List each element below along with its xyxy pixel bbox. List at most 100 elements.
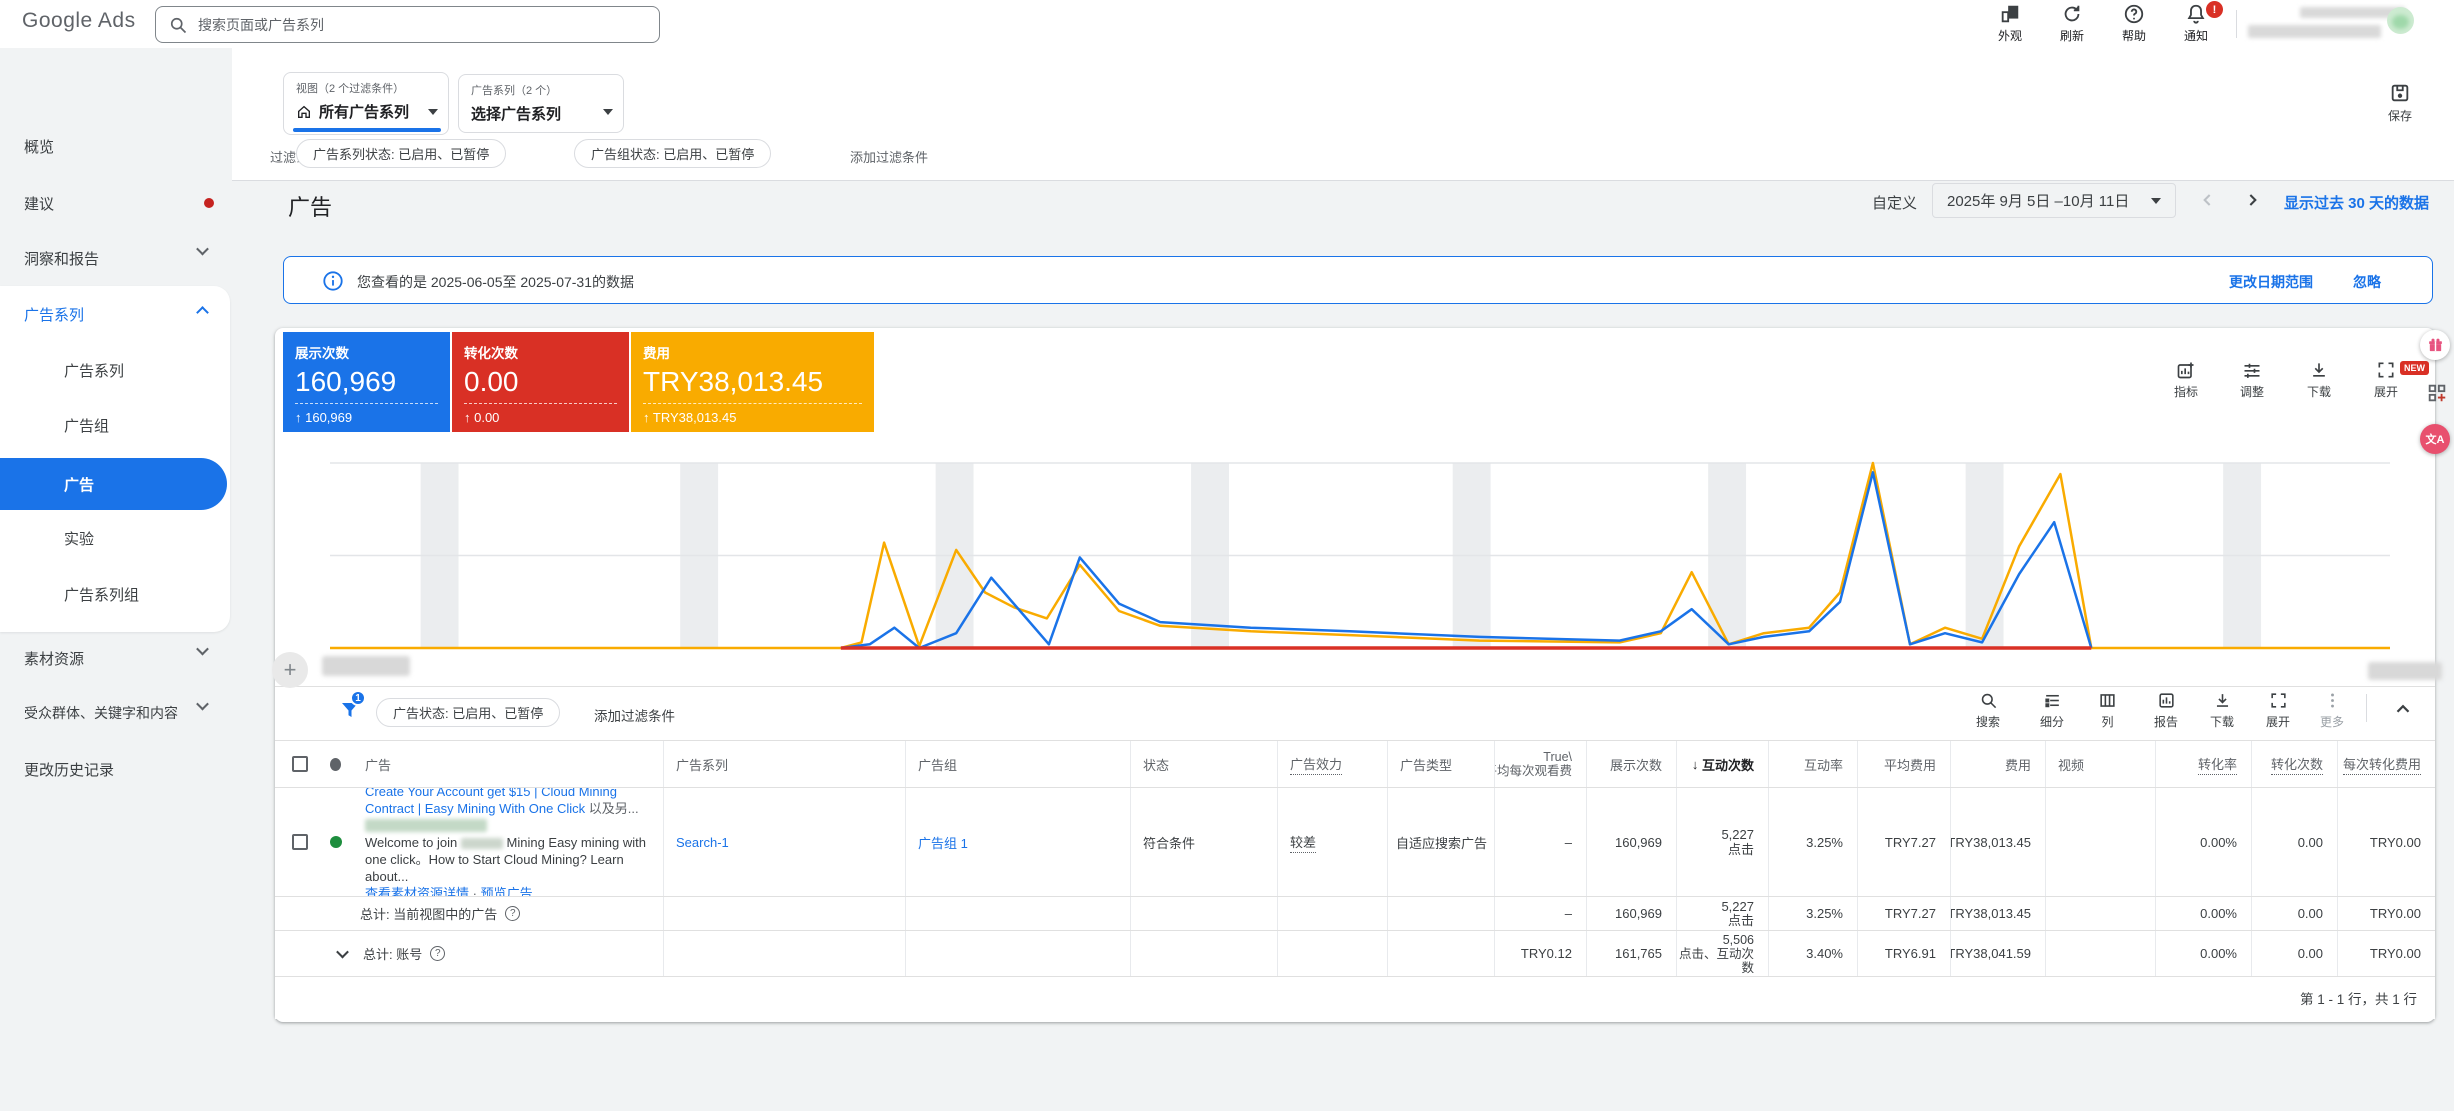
date-range-picker[interactable]: 2025年 9月 5日 –10月 11日	[1932, 183, 2176, 218]
header-conv-rate[interactable]: 转化率	[2155, 741, 2251, 787]
view-dropdown[interactable]: 视图（2 个过滤条件） 所有广告系列	[283, 72, 449, 135]
sidebar-item-campaigns-section[interactable]: 广告系列	[24, 302, 84, 326]
date-prev-button[interactable]	[2198, 190, 2218, 210]
header-ad[interactable]: 广告	[365, 755, 391, 774]
metrics-button[interactable]: 指标	[2174, 360, 2198, 400]
notifications-button[interactable]: ! 通知	[2172, 1, 2223, 44]
ad-group-link[interactable]: 广告组 1	[918, 833, 968, 852]
help-button[interactable]: 帮助	[2110, 3, 2158, 44]
adgroup-status-chip[interactable]: 广告组状态: 已启用、已暂停	[574, 139, 772, 168]
table-expand-button[interactable]: 展开	[2266, 691, 2290, 730]
header-ad-group[interactable]: 广告组	[905, 741, 1130, 787]
table-add-filter-button[interactable]: 添加过滤条件	[594, 705, 675, 725]
segment-button[interactable]: 细分	[2040, 691, 2064, 730]
scorecard-impressions[interactable]: 展示次数 160,969 ↑ 160,969	[283, 332, 450, 432]
add-button[interactable]: +	[272, 652, 308, 688]
columns-button[interactable]: 列	[2098, 691, 2117, 730]
ad-type-value: 自适应搜索广告	[1396, 835, 1488, 851]
help-circle-icon[interactable]: ?	[430, 946, 446, 961]
preview-ad-link[interactable]: 预览广告	[481, 886, 533, 897]
help-circle-icon[interactable]: ?	[505, 906, 521, 921]
totals-view-row: 总计: 当前视图中的广告 ? – 160,969 5,227 点击 3.25% T…	[275, 897, 2435, 931]
report-button[interactable]: 报告	[2154, 691, 2178, 730]
add-filter-button[interactable]: 添加过滤条件	[850, 147, 928, 166]
expand-row-chevron[interactable]	[336, 945, 349, 959]
collapse-table-button[interactable]	[2392, 698, 2414, 720]
refresh-button[interactable]: 刷新	[2048, 3, 2096, 44]
home-icon	[298, 105, 310, 118]
totals-account-row: 总计: 账号 ? TRY0.12 161,765 5,506 点击、互动次数 3.…	[275, 931, 2435, 977]
adjust-button[interactable]: 调整	[2240, 360, 2264, 400]
view-dropdown-label: 视图（2 个过滤条件）	[296, 83, 405, 95]
select-all-checkbox[interactable]	[292, 756, 308, 772]
sidebar-item-ad-groups[interactable]: 广告组	[64, 413, 109, 437]
table-search-button[interactable]: 搜索	[1976, 691, 2000, 730]
gift-button[interactable]	[2420, 330, 2450, 360]
appearance-button[interactable]: 外观	[1986, 3, 2034, 44]
more-button[interactable]: 更多	[2320, 691, 2344, 730]
table-filter-button[interactable]: 1	[338, 690, 366, 727]
date-next-button[interactable]	[2242, 190, 2262, 210]
header-avg-cost[interactable]: 平均费用	[1857, 741, 1950, 787]
download-icon	[2313, 363, 2325, 377]
save-button[interactable]: 保存	[2388, 82, 2412, 124]
dismiss-link[interactable]: 忽略	[2353, 272, 2381, 292]
ad-title-link[interactable]: Create Your Account get $15 | Cloud Mini…	[365, 788, 617, 816]
sidebar-item-experiments[interactable]: 实验	[64, 526, 94, 550]
banner-text: 您查看的是 2025-06-05至 2025-07-31的数据	[357, 274, 635, 290]
search-icon	[1981, 693, 1996, 709]
header-cost[interactable]: 费用	[1950, 741, 2045, 787]
sidebar-item-assets[interactable]: 素材资源	[24, 646, 84, 670]
ad-status-chip[interactable]: 广告状态: 已启用、已暂停	[376, 698, 561, 727]
header-status[interactable]: 状态	[1130, 741, 1277, 787]
header-impressions[interactable]: 展示次数	[1586, 741, 1676, 787]
notification-badge: !	[2206, 1, 2223, 18]
adjust-icon	[2244, 363, 2260, 378]
date-mode-label: 自定义	[1872, 195, 1918, 212]
header-interaction-rate[interactable]: 互动率	[1768, 741, 1857, 787]
show-last-30-days-link[interactable]: 显示过去 30 天的数据	[2284, 192, 2429, 213]
sidebar-item-recommendations[interactable]: 建议	[24, 191, 54, 215]
global-search[interactable]	[155, 6, 660, 43]
sidebar-item-insights-reports[interactable]: 洞察和报告	[24, 246, 99, 270]
avatar[interactable]	[2387, 7, 2414, 34]
sidebar-item-campaign-groups[interactable]: 广告系列组	[64, 582, 139, 606]
translate-button[interactable]: 文A	[2420, 424, 2450, 454]
sidebar-item-overview[interactable]: 概览	[24, 134, 54, 158]
strength-value[interactable]: 较差	[1290, 832, 1317, 853]
filter-count-badge: 1	[350, 690, 366, 706]
campaign-dropdown[interactable]: 广告系列（2 个） 选择广告系列	[458, 74, 624, 133]
sidebar-item-ads-selected[interactable]: 广告	[64, 472, 94, 496]
campaign-link[interactable]: Search-1	[676, 835, 729, 850]
row-checkbox[interactable]	[292, 834, 308, 850]
table-download-button[interactable]: 下载	[2210, 691, 2234, 730]
chart-download-button[interactable]: 下载	[2307, 360, 2331, 400]
header-interactions[interactable]: ↓ 互动次数	[1676, 741, 1768, 787]
header-ad-type[interactable]: 广告类型	[1387, 741, 1494, 787]
header-strength[interactable]: 广告效力	[1277, 741, 1387, 787]
view-asset-details-link[interactable]: 查看素材资源详情	[365, 886, 469, 897]
sidebar-item-campaigns[interactable]: 广告系列	[64, 358, 124, 382]
header-cost-per-conv[interactable]: 每次转化费用	[2337, 741, 2435, 787]
report-icon	[2158, 693, 2174, 708]
translate-icon: 文A	[2425, 434, 2445, 446]
search-input[interactable]	[198, 16, 647, 33]
performance-line-chart[interactable]	[330, 440, 2390, 658]
header-campaign[interactable]: 广告系列	[663, 741, 905, 787]
header-conversions[interactable]: 转化次数	[2251, 741, 2337, 787]
change-date-range-link[interactable]: 更改日期范围	[2229, 272, 2313, 292]
account-id-redacted	[2248, 25, 2381, 38]
campaign-status-chip[interactable]: 广告系列状态: 已启用、已暂停	[296, 139, 507, 168]
table-row: Create Your Account get $15 | Cloud Mini…	[275, 788, 2435, 897]
notifications-label: 通知	[2183, 29, 2208, 43]
extensions-grid-button[interactable]	[2426, 382, 2448, 409]
ad-text-redacted	[460, 837, 503, 849]
sidebar-item-audiences[interactable]: 受众群体、关键字和内容	[24, 701, 178, 725]
scorecard-conversions[interactable]: 转化次数 0.00 ↑ 0.00	[452, 332, 629, 432]
chart-expand-button[interactable]: 展开	[2374, 360, 2398, 400]
header-true-view[interactable]: True\ 平均每次观看费	[1494, 741, 1586, 787]
header-video[interactable]: 视频	[2045, 741, 2155, 787]
scorecard-cost[interactable]: 费用 TRY38,013.45 ↑ TRY38,013.45	[631, 332, 874, 432]
sidebar-item-change-history[interactable]: 更改历史记录	[24, 757, 114, 781]
sort-desc-icon: ↓	[1691, 756, 1699, 772]
